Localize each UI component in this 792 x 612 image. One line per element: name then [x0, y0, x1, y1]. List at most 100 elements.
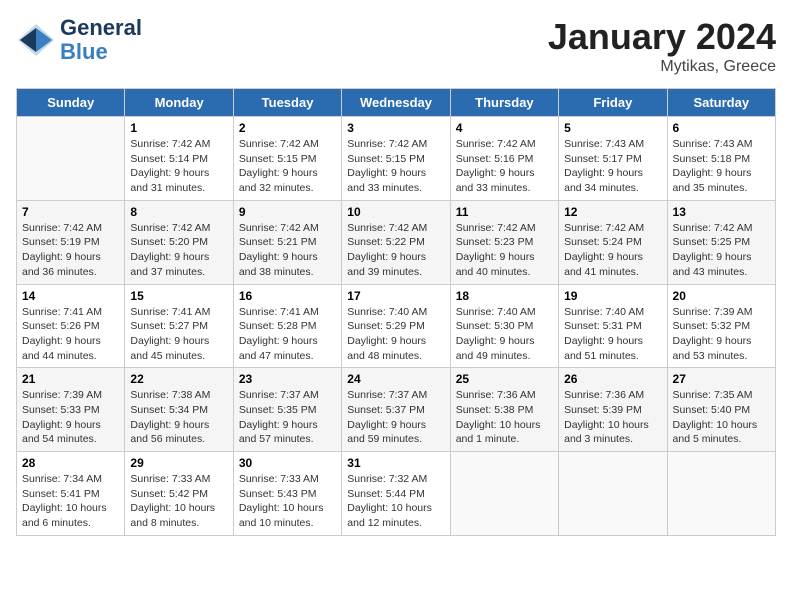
calendar-cell: [450, 452, 558, 536]
day-number: 2: [239, 121, 336, 135]
day-info: Sunrise: 7:42 AM Sunset: 5:16 PM Dayligh…: [456, 137, 553, 196]
day-number: 27: [673, 372, 770, 386]
week-row-3: 14Sunrise: 7:41 AM Sunset: 5:26 PM Dayli…: [17, 284, 776, 368]
calendar-cell: 28 Sunrise: 7:34 AM Sunset: 5:41 PM Dayli…: [17, 452, 125, 536]
calendar-cell: 22Sunrise: 7:38 AM Sunset: 5:34 PM Dayli…: [125, 368, 233, 452]
day-info: Sunrise: 7:43 AM Sunset: 5:18 PM Dayligh…: [673, 137, 770, 196]
calendar-cell: 24Sunrise: 7:37 AM Sunset: 5:37 PM Dayli…: [342, 368, 450, 452]
day-info: Sunrise: 7:35 AM Sunset: 5:40 PM Dayligh…: [673, 388, 770, 447]
calendar-cell: 25Sunrise: 7:36 AM Sunset: 5:38 PM Dayli…: [450, 368, 558, 452]
day-number: 11: [456, 205, 553, 219]
calendar-cell: 16Sunrise: 7:41 AM Sunset: 5:28 PM Dayli…: [233, 284, 341, 368]
day-info: Sunrise: 7:32 AM Sunset: 5:44 PM Dayligh…: [347, 472, 444, 531]
day-number: 15: [130, 289, 227, 303]
calendar-cell: 1 Sunrise: 7:42 AM Sunset: 5:14 PM Daylig…: [125, 117, 233, 201]
calendar-cell: 10 Sunrise: 7:42 AM Sunset: 5:22 PM Dayli…: [342, 200, 450, 284]
calendar-cell: 15 Sunrise: 7:41 AM Sunset: 5:27 PM Dayli…: [125, 284, 233, 368]
calendar-cell: 21 Sunrise: 7:39 AM Sunset: 5:33 PM Dayli…: [17, 368, 125, 452]
day-number: 31: [347, 456, 444, 470]
day-number: 20: [673, 289, 770, 303]
week-row-1: 1 Sunrise: 7:42 AM Sunset: 5:14 PM Daylig…: [17, 117, 776, 201]
day-header-tuesday: Tuesday: [233, 89, 341, 117]
logo-text: GeneralBlue: [60, 16, 142, 64]
day-number: 13: [673, 205, 770, 219]
calendar-cell: 18Sunrise: 7:40 AM Sunset: 5:30 PM Dayli…: [450, 284, 558, 368]
page-header: GeneralBlue January 2024 Mytikas, Greece: [16, 16, 776, 76]
day-info: Sunrise: 7:34 AM Sunset: 5:41 PM Dayligh…: [22, 472, 119, 531]
day-header-thursday: Thursday: [450, 89, 558, 117]
day-info: Sunrise: 7:42 AM Sunset: 5:24 PM Dayligh…: [564, 221, 661, 280]
day-info: Sunrise: 7:33 AM Sunset: 5:43 PM Dayligh…: [239, 472, 336, 531]
day-number: 8: [130, 205, 227, 219]
day-number: 3: [347, 121, 444, 135]
day-number: 12: [564, 205, 661, 219]
day-number: 5: [564, 121, 661, 135]
week-row-4: 21 Sunrise: 7:39 AM Sunset: 5:33 PM Dayli…: [17, 368, 776, 452]
calendar-cell: 11Sunrise: 7:42 AM Sunset: 5:23 PM Dayli…: [450, 200, 558, 284]
day-info: Sunrise: 7:40 AM Sunset: 5:31 PM Dayligh…: [564, 305, 661, 364]
day-info: Sunrise: 7:39 AM Sunset: 5:33 PM Dayligh…: [22, 388, 119, 447]
day-info: Sunrise: 7:42 AM Sunset: 5:15 PM Dayligh…: [239, 137, 336, 196]
day-number: 28: [22, 456, 119, 470]
day-header-friday: Friday: [559, 89, 667, 117]
calendar-cell: [667, 452, 775, 536]
calendar-cell: 13 Sunrise: 7:42 AM Sunset: 5:25 PM Dayli…: [667, 200, 775, 284]
calendar-subtitle: Mytikas, Greece: [548, 58, 776, 76]
calendar-cell: 17Sunrise: 7:40 AM Sunset: 5:29 PM Dayli…: [342, 284, 450, 368]
calendar-cell: 6 Sunrise: 7:43 AM Sunset: 5:18 PM Daylig…: [667, 117, 775, 201]
day-number: 14: [22, 289, 119, 303]
day-info: Sunrise: 7:42 AM Sunset: 5:20 PM Dayligh…: [130, 221, 227, 280]
day-info: Sunrise: 7:42 AM Sunset: 5:19 PM Dayligh…: [22, 221, 119, 280]
day-info: Sunrise: 7:42 AM Sunset: 5:21 PM Dayligh…: [239, 221, 336, 280]
day-info: Sunrise: 7:42 AM Sunset: 5:14 PM Dayligh…: [130, 137, 227, 196]
calendar-cell: 7 Sunrise: 7:42 AM Sunset: 5:19 PM Daylig…: [17, 200, 125, 284]
day-number: 9: [239, 205, 336, 219]
calendar-cell: 30 Sunrise: 7:33 AM Sunset: 5:43 PM Dayli…: [233, 452, 341, 536]
day-number: 21: [22, 372, 119, 386]
week-row-5: 28 Sunrise: 7:34 AM Sunset: 5:41 PM Dayli…: [17, 452, 776, 536]
calendar-cell: 9 Sunrise: 7:42 AM Sunset: 5:21 PM Daylig…: [233, 200, 341, 284]
calendar-cell: 23 Sunrise: 7:37 AM Sunset: 5:35 PM Dayli…: [233, 368, 341, 452]
day-info: Sunrise: 7:36 AM Sunset: 5:39 PM Dayligh…: [564, 388, 661, 447]
calendar-cell: 12 Sunrise: 7:42 AM Sunset: 5:24 PM Dayli…: [559, 200, 667, 284]
day-number: 29: [130, 456, 227, 470]
day-header-sunday: Sunday: [17, 89, 125, 117]
day-info: Sunrise: 7:37 AM Sunset: 5:35 PM Dayligh…: [239, 388, 336, 447]
calendar-cell: 4Sunrise: 7:42 AM Sunset: 5:16 PM Daylig…: [450, 117, 558, 201]
calendar-cell: 8 Sunrise: 7:42 AM Sunset: 5:20 PM Daylig…: [125, 200, 233, 284]
day-info: Sunrise: 7:43 AM Sunset: 5:17 PM Dayligh…: [564, 137, 661, 196]
day-info: Sunrise: 7:41 AM Sunset: 5:28 PM Dayligh…: [239, 305, 336, 364]
day-header-saturday: Saturday: [667, 89, 775, 117]
day-number: 22: [130, 372, 227, 386]
day-number: 25: [456, 372, 553, 386]
calendar-title: January 2024: [548, 16, 776, 58]
calendar-cell: 2 Sunrise: 7:42 AM Sunset: 5:15 PM Daylig…: [233, 117, 341, 201]
title-block: January 2024 Mytikas, Greece: [548, 16, 776, 76]
calendar-cell: 5 Sunrise: 7:43 AM Sunset: 5:17 PM Daylig…: [559, 117, 667, 201]
logo-icon: [16, 22, 56, 58]
calendar-cell: 19 Sunrise: 7:40 AM Sunset: 5:31 PM Dayli…: [559, 284, 667, 368]
day-number: 30: [239, 456, 336, 470]
day-info: Sunrise: 7:40 AM Sunset: 5:30 PM Dayligh…: [456, 305, 553, 364]
day-info: Sunrise: 7:40 AM Sunset: 5:29 PM Dayligh…: [347, 305, 444, 364]
day-info: Sunrise: 7:37 AM Sunset: 5:37 PM Dayligh…: [347, 388, 444, 447]
day-info: Sunrise: 7:42 AM Sunset: 5:22 PM Dayligh…: [347, 221, 444, 280]
day-number: 10: [347, 205, 444, 219]
day-info: Sunrise: 7:42 AM Sunset: 5:25 PM Dayligh…: [673, 221, 770, 280]
calendar-cell: 29 Sunrise: 7:33 AM Sunset: 5:42 PM Dayli…: [125, 452, 233, 536]
days-header-row: SundayMondayTuesdayWednesdayThursdayFrid…: [17, 89, 776, 117]
calendar-cell: 27 Sunrise: 7:35 AM Sunset: 5:40 PM Dayli…: [667, 368, 775, 452]
day-info: Sunrise: 7:42 AM Sunset: 5:15 PM Dayligh…: [347, 137, 444, 196]
week-row-2: 7 Sunrise: 7:42 AM Sunset: 5:19 PM Daylig…: [17, 200, 776, 284]
day-number: 6: [673, 121, 770, 135]
calendar-table: SundayMondayTuesdayWednesdayThursdayFrid…: [16, 88, 776, 536]
day-number: 19: [564, 289, 661, 303]
calendar-cell: 14Sunrise: 7:41 AM Sunset: 5:26 PM Dayli…: [17, 284, 125, 368]
day-info: Sunrise: 7:33 AM Sunset: 5:42 PM Dayligh…: [130, 472, 227, 531]
calendar-cell: 31 Sunrise: 7:32 AM Sunset: 5:44 PM Dayli…: [342, 452, 450, 536]
calendar-cell: 26Sunrise: 7:36 AM Sunset: 5:39 PM Dayli…: [559, 368, 667, 452]
day-info: Sunrise: 7:41 AM Sunset: 5:27 PM Dayligh…: [130, 305, 227, 364]
day-number: 7: [22, 205, 119, 219]
day-number: 1: [130, 121, 227, 135]
day-number: 23: [239, 372, 336, 386]
